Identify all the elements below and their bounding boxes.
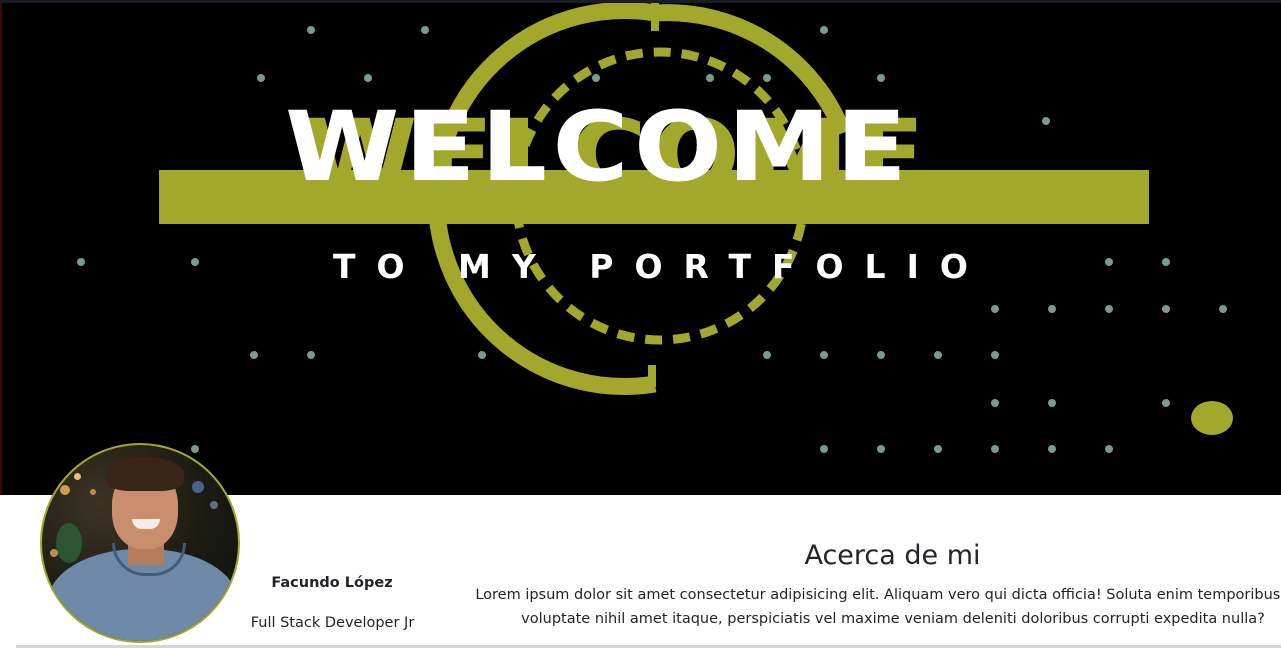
grid-dot xyxy=(478,351,486,359)
grid-dot xyxy=(592,74,600,82)
grid-dot xyxy=(991,351,999,359)
grid-dot xyxy=(877,351,885,359)
left-edge xyxy=(0,3,2,495)
grid-dot xyxy=(1048,445,1056,453)
grid-dot xyxy=(820,351,828,359)
welcome-banner: WELCOME WELCOME TO MY PORTFOLIO xyxy=(0,3,1281,495)
grid-dot xyxy=(307,351,315,359)
grid-dot xyxy=(877,445,885,453)
grid-dot xyxy=(820,445,828,453)
welcome-text: WELCOME xyxy=(285,91,913,203)
ring-cap-top xyxy=(651,3,659,31)
grid-dot xyxy=(191,445,199,453)
grid-dot xyxy=(1048,399,1056,407)
ring-cap-bottom xyxy=(648,365,656,387)
grid-dot xyxy=(706,74,714,82)
grid-dot xyxy=(1162,258,1170,266)
grid-dot xyxy=(257,74,265,82)
about-text: Lorem ipsum dolor sit amet consectetur a… xyxy=(475,587,1281,627)
grid-dot xyxy=(421,26,429,34)
grid-dot xyxy=(820,26,828,34)
grid-dot xyxy=(191,258,199,266)
portfolio-page: WELCOME WELCOME TO MY PORTFOLIO Facundo … xyxy=(0,0,1281,649)
grid-dot xyxy=(1105,445,1113,453)
avatar xyxy=(40,443,240,643)
grid-dot xyxy=(1048,305,1056,313)
grid-dot xyxy=(1042,117,1050,125)
grid-dot xyxy=(77,258,85,266)
avatar-hair xyxy=(106,457,184,491)
grid-dot xyxy=(250,351,258,359)
banner-subtitle: TO MY PORTFOLIO xyxy=(333,247,989,286)
grid-dot xyxy=(934,445,942,453)
grid-dot xyxy=(1162,399,1170,407)
accent-blob xyxy=(1191,401,1233,435)
grid-dot xyxy=(307,26,315,34)
about-title: Acerca de mi xyxy=(804,540,981,571)
grid-dot xyxy=(1162,305,1170,313)
grid-dot xyxy=(877,74,885,82)
grid-dot xyxy=(991,445,999,453)
grid-dot xyxy=(1219,305,1227,313)
welcome-heading: WELCOME WELCOME xyxy=(285,91,1030,203)
grid-dot xyxy=(1105,305,1113,313)
section-divider xyxy=(16,645,1281,648)
grid-dot xyxy=(991,305,999,313)
profile-name: Facundo López xyxy=(271,575,393,591)
grid-dot xyxy=(763,74,771,82)
grid-dot xyxy=(1105,258,1113,266)
grid-dot xyxy=(991,399,999,407)
profile-role: Full Stack Developer Jr xyxy=(250,615,415,631)
grid-dot xyxy=(364,74,372,82)
grid-dot xyxy=(763,351,771,359)
grid-dot xyxy=(934,351,942,359)
